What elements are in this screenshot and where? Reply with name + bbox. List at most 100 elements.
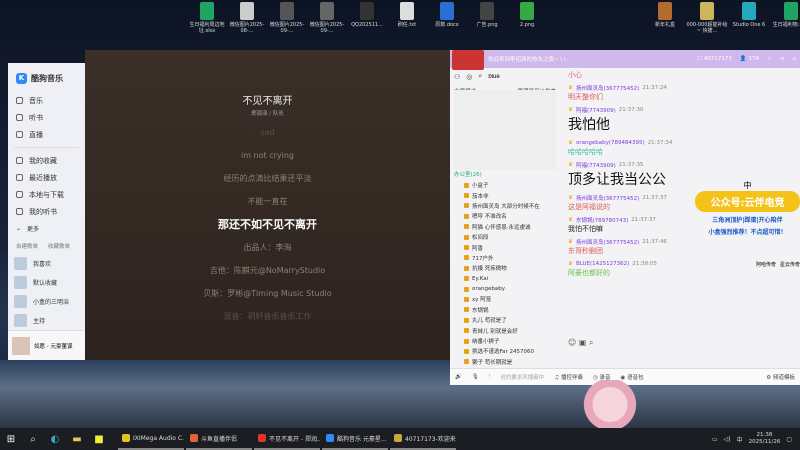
member-row[interactable]: 阿香 — [450, 242, 560, 252]
nav-item[interactable]: 最近播放 — [8, 169, 85, 186]
desktop-icon[interactable]: 广告.png — [465, 2, 509, 28]
playlist-item[interactable]: 我喜欢 — [8, 254, 85, 273]
member-row[interactable]: 丸儿 苟就是了 — [450, 315, 560, 325]
speaker-icon[interactable]: 🔊 — [455, 374, 462, 380]
tab-collected[interactable]: 收藏歌单 — [48, 242, 70, 250]
message-user[interactable]: 扬州面灵岛(367775452) — [576, 238, 639, 246]
desktop-icon[interactable]: 刷任.txt — [385, 2, 429, 28]
taskbar-app[interactable]: 不见不离开 - 郑润... — [254, 428, 320, 450]
network-icon[interactable]: ▭ — [712, 436, 718, 443]
taskbar-app[interactable]: 40717173-欢迎来... — [390, 428, 456, 450]
sticky-notes-icon[interactable]: ■ — [88, 434, 110, 445]
file-icon — [658, 2, 672, 20]
share-icon[interactable]: ⋖ — [780, 56, 785, 62]
member-search-input[interactable] — [488, 73, 539, 80]
message-user[interactable]: 扬州面灵岛(367775452) — [576, 84, 639, 92]
ime-icon[interactable]: 中 — [737, 435, 743, 444]
rank-badge-icon — [464, 286, 469, 292]
desktop-icon[interactable]: 微信图片2025-09-... — [305, 2, 349, 34]
kugou-logo-icon: K — [16, 73, 27, 84]
nav-item[interactable]: 直播 — [8, 126, 85, 143]
message-user[interactable]: orangebaby(789484395) — [576, 140, 645, 146]
message-user[interactable]: BLUE(1425127362) — [576, 261, 629, 267]
image-icon[interactable]: ▣ — [579, 338, 587, 347]
mini-player[interactable]: 如愿 - 元豪董谋 — [8, 330, 85, 360]
message-time: 21:37:46 — [642, 238, 667, 245]
playlist-item[interactable]: 主持 — [8, 311, 85, 330]
nav-item[interactable]: 音乐 — [8, 92, 85, 109]
member-row[interactable]: 抗揍 死疾微物 — [450, 263, 560, 273]
desktop-icon[interactable]: Studio One 6 — [727, 2, 771, 28]
message-user[interactable]: 东锅锅(789780743) — [576, 216, 628, 224]
desktop-icon[interactable]: 生日福利物.xlsx — [769, 2, 800, 28]
gift-2[interactable]: 星云传奇 — [780, 261, 800, 268]
welcome-text: 欢迎来到李招商的热头之夜~ \ \ — [488, 57, 566, 63]
nav-item[interactable]: 我的听书 — [8, 203, 85, 220]
member-row[interactable]: 青妹儿 别就是会好 — [450, 325, 560, 335]
member-row[interactable]: xy 阿笼 — [450, 294, 560, 304]
taskbar-app[interactable]: IXIMega Audio C... — [118, 428, 184, 450]
member-row[interactable]: 小盒子 — [450, 180, 560, 190]
template-button[interactable]: ⚙ 频道模板 — [766, 373, 795, 381]
member-row[interactable]: 扬州面灵岛 大部分时候不在 — [450, 201, 560, 211]
notification-icon[interactable]: ▢ — [786, 436, 792, 443]
gift-1[interactable]: 阿哈传奇 — [756, 261, 776, 268]
user-icon[interactable]: ⚇ — [454, 73, 460, 81]
ad-banner[interactable]: 中 公众号:云伴电竞 三角洲顶护|踩蛋|开心陪伴 小盒强烈推荐！不点超可惜！ 阿… — [695, 180, 800, 268]
emoji-icon[interactable]: ☺ — [568, 338, 576, 347]
message-user[interactable]: 扬州面灵岛(367775452) — [576, 194, 639, 202]
tab-created[interactable]: 自建歌单 — [16, 242, 38, 250]
member-row[interactable]: 松间段 — [450, 232, 560, 242]
desktop-icon[interactable]: 微信图片2025-09-... — [265, 2, 309, 34]
member-row[interactable]: 717户外 — [450, 253, 560, 263]
clock[interactable]: 21:38 2025/11/26 — [749, 432, 781, 446]
message-user[interactable]: 阿福(7743909) — [576, 106, 616, 114]
taskbar-app[interactable]: 酷狗音乐 元豪星... — [322, 428, 388, 450]
member-row[interactable]: 阿猫 心怀感恩·永远虔诚 — [450, 222, 560, 232]
nav-item[interactable]: 我的收藏 — [8, 152, 85, 169]
member-row[interactable]: 东锅锅 — [450, 305, 560, 315]
desktop-icon-label: 微信图片2025-09-... — [309, 22, 345, 34]
message-time: 21:37:35 — [618, 161, 644, 168]
member-row[interactable]: Ey.Kai — [450, 274, 560, 284]
star-icon[interactable]: ☆ — [767, 56, 772, 62]
rank-badge-icon — [464, 328, 469, 334]
member-row[interactable]: 纳番小狮子 — [450, 336, 560, 346]
desktop-icon[interactable]: 生日福利周边地址.xlsx — [185, 2, 229, 34]
playlist-item[interactable]: 默认收藏 — [8, 273, 85, 292]
nav-item[interactable]: 听书 — [8, 109, 85, 126]
zoom-icon[interactable]: ⌕ — [589, 338, 593, 347]
desktop-icon[interactable]: 微信图片2025-08-... — [225, 2, 269, 34]
desktop-icon[interactable]: QQ202511... — [345, 2, 389, 28]
nav-item[interactable]: 本地与下载 — [8, 186, 85, 203]
volume-icon[interactable]: ◁) — [724, 436, 731, 443]
member-name: 纳番小狮子 — [472, 339, 500, 346]
more-toggle[interactable]: ⌄ 更多 — [8, 220, 85, 237]
home-icon[interactable]: ⌂ — [793, 56, 797, 62]
crown-icon: ♛ — [568, 161, 573, 168]
time: 21:38 — [756, 432, 773, 438]
member-row[interactable]: orangebaby — [450, 284, 560, 294]
search-icon[interactable]: ⌕ — [478, 72, 482, 81]
eq-icon[interactable]: ⫶ — [489, 374, 490, 381]
member-list[interactable]: 办公室(26) 小盒子 茄本非 扬州面灵岛 大部分时候不在 嗯呼 不准改名 阿猫 心怀感… — [450, 90, 560, 380]
folder-icon[interactable]: ▬ — [66, 434, 88, 445]
mic-icon[interactable]: 🎙 — [472, 374, 479, 380]
message-user[interactable]: 阿福(7743909) — [576, 161, 616, 169]
start-icon[interactable]: ⊞ — [0, 434, 22, 445]
member-row[interactable]: 茄本非 — [450, 190, 560, 200]
desktop-icon[interactable]: 000-000超能补给~ 快捷... — [685, 2, 729, 34]
edge-icon[interactable]: ◐ — [44, 434, 66, 445]
playlist-item[interactable]: 小盒的三明治 — [8, 292, 85, 311]
member-name: 阿香 — [472, 245, 484, 252]
member-row[interactable]: 獭子 苟长期就是 — [450, 357, 560, 367]
office-group[interactable]: 办公室(26) — [450, 170, 560, 180]
search-icon[interactable]: ⌕ — [22, 434, 44, 445]
desktop-icon[interactable]: 2.png — [505, 2, 549, 28]
location-icon[interactable]: ◎ — [466, 73, 472, 81]
member-row[interactable]: 挑选不谨选Far 2457060 — [450, 346, 560, 356]
desktop-icon[interactable]: 原数.docx — [425, 2, 469, 28]
taskbar-app[interactable]: 斗鱼直播伴侣 — [186, 428, 252, 450]
member-row[interactable]: 嗯呼 不准改名 — [450, 211, 560, 221]
desktop-icon[interactable]: 新年礼盒 — [643, 2, 687, 28]
